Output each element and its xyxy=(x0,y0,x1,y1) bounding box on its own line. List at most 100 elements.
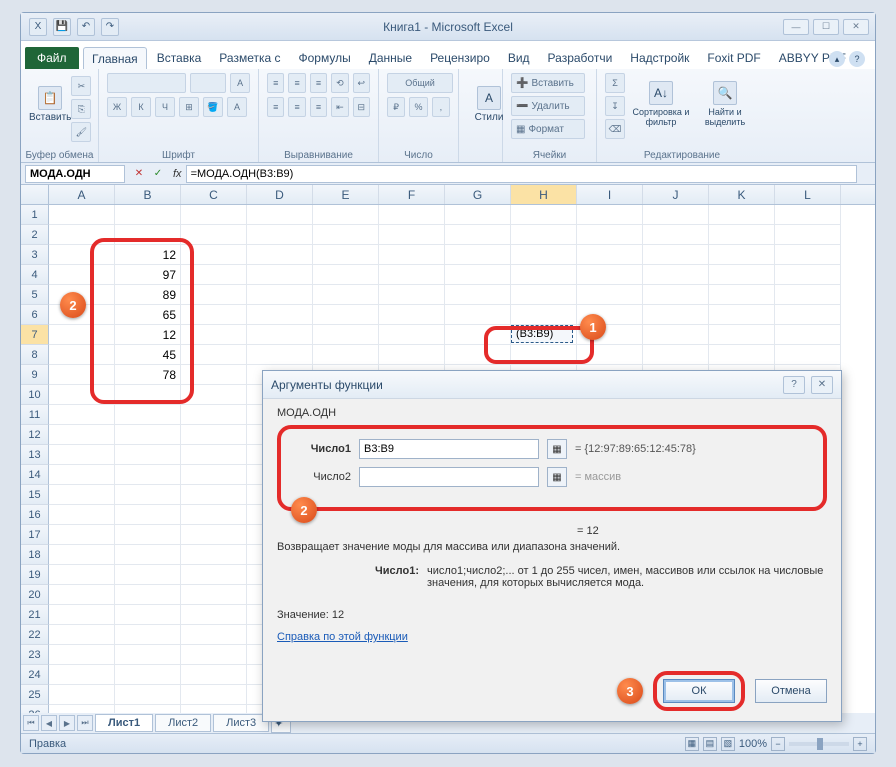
cell[interactable] xyxy=(247,265,313,285)
col-B[interactable]: B xyxy=(115,185,181,204)
row-header-16[interactable]: 16 xyxy=(21,505,49,525)
cell[interactable] xyxy=(115,685,181,705)
cell[interactable] xyxy=(313,325,379,345)
undo-icon[interactable]: ↶ xyxy=(77,18,95,36)
cell[interactable] xyxy=(49,685,115,705)
cell[interactable] xyxy=(49,205,115,225)
row-header-2[interactable]: 2 xyxy=(21,225,49,245)
cell[interactable] xyxy=(181,305,247,325)
cell[interactable] xyxy=(181,325,247,345)
cell[interactable] xyxy=(313,305,379,325)
cell[interactable] xyxy=(643,205,709,225)
sheet-nav-next[interactable]: ▶ xyxy=(59,715,75,731)
help-icon[interactable]: ? xyxy=(849,51,865,67)
cell[interactable] xyxy=(511,325,577,345)
cell[interactable] xyxy=(577,345,643,365)
cell[interactable] xyxy=(577,265,643,285)
row-header-7[interactable]: 7 xyxy=(21,325,49,345)
cell[interactable] xyxy=(49,705,115,713)
align-right-icon[interactable]: ≡ xyxy=(310,97,327,117)
row-header-3[interactable]: 3 xyxy=(21,245,49,265)
col-I[interactable]: I xyxy=(577,185,643,204)
row-header-18[interactable]: 18 xyxy=(21,545,49,565)
row-header-13[interactable]: 13 xyxy=(21,445,49,465)
cell[interactable] xyxy=(115,605,181,625)
row-header-24[interactable]: 24 xyxy=(21,665,49,685)
cut-icon[interactable]: ✂ xyxy=(71,76,91,96)
cell[interactable] xyxy=(49,645,115,665)
cell[interactable] xyxy=(379,205,445,225)
row-header-12[interactable]: 12 xyxy=(21,425,49,445)
confirm-formula-icon[interactable]: ✓ xyxy=(150,166,166,182)
view-break-icon[interactable]: ▧ xyxy=(721,737,735,751)
cell[interactable] xyxy=(49,385,115,405)
dialog-help-button[interactable]: ? xyxy=(783,376,805,394)
fx-icon[interactable]: fx xyxy=(173,168,182,180)
cell[interactable] xyxy=(775,305,841,325)
tab-view[interactable]: Вид xyxy=(500,47,538,70)
sheet-tab-3[interactable]: Лист3 xyxy=(213,714,269,732)
cell[interactable] xyxy=(181,345,247,365)
cell[interactable] xyxy=(181,445,247,465)
cell[interactable] xyxy=(49,625,115,645)
italic-icon[interactable]: К xyxy=(131,97,151,117)
cell[interactable] xyxy=(181,265,247,285)
fill-color-icon[interactable]: 🪣 xyxy=(203,97,223,117)
formula-bar[interactable]: =МОДА.ОДН(B3:B9) xyxy=(186,165,857,183)
cell[interactable] xyxy=(115,545,181,565)
align-bot-icon[interactable]: ≡ xyxy=(310,73,327,93)
font-color-icon[interactable]: A xyxy=(227,97,247,117)
cell[interactable] xyxy=(511,345,577,365)
sheet-nav-first[interactable]: ⏮ xyxy=(23,715,39,731)
cell[interactable] xyxy=(181,485,247,505)
function-help-link[interactable]: Справка по этой функции xyxy=(277,631,408,643)
row-header-4[interactable]: 4 xyxy=(21,265,49,285)
cell[interactable] xyxy=(181,225,247,245)
cell[interactable] xyxy=(445,305,511,325)
col-K[interactable]: K xyxy=(709,185,775,204)
cell[interactable] xyxy=(775,265,841,285)
cell[interactable] xyxy=(181,385,247,405)
tab-foxit[interactable]: Foxit PDF xyxy=(699,47,768,70)
align-left-icon[interactable]: ≡ xyxy=(267,97,284,117)
number-format[interactable]: Общий xyxy=(387,73,453,93)
cell[interactable] xyxy=(775,345,841,365)
cell[interactable]: 45 xyxy=(115,345,181,365)
cell[interactable] xyxy=(445,245,511,265)
font-name[interactable] xyxy=(107,73,186,93)
tab-insert[interactable]: Вставка xyxy=(149,47,210,70)
cells-delete[interactable]: ➖Удалить xyxy=(511,96,585,116)
cell[interactable] xyxy=(49,225,115,245)
cell[interactable] xyxy=(313,225,379,245)
cell[interactable] xyxy=(313,265,379,285)
cell[interactable] xyxy=(445,325,511,345)
cell[interactable] xyxy=(115,205,181,225)
align-center-icon[interactable]: ≡ xyxy=(288,97,305,117)
cell[interactable] xyxy=(49,605,115,625)
cell[interactable] xyxy=(247,345,313,365)
currency-icon[interactable]: ₽ xyxy=(387,97,405,117)
cell[interactable] xyxy=(115,525,181,545)
arg1-input[interactable] xyxy=(359,439,539,459)
cell[interactable] xyxy=(577,285,643,305)
tab-layout[interactable]: Разметка с xyxy=(211,47,288,70)
row-header-9[interactable]: 9 xyxy=(21,365,49,385)
maximize-button[interactable]: ☐ xyxy=(813,19,839,35)
view-normal-icon[interactable]: ▦ xyxy=(685,737,699,751)
cell[interactable] xyxy=(181,365,247,385)
cells-format[interactable]: ▦Формат xyxy=(511,119,585,139)
cell[interactable] xyxy=(247,305,313,325)
cell[interactable] xyxy=(181,585,247,605)
cell[interactable] xyxy=(247,245,313,265)
cell[interactable] xyxy=(379,245,445,265)
row-header-17[interactable]: 17 xyxy=(21,525,49,545)
row-header-19[interactable]: 19 xyxy=(21,565,49,585)
tab-review[interactable]: Рецензиро xyxy=(422,47,498,70)
cell[interactable] xyxy=(49,365,115,385)
cell[interactable] xyxy=(511,225,577,245)
cell[interactable] xyxy=(181,425,247,445)
cell[interactable] xyxy=(247,285,313,305)
arg2-input[interactable] xyxy=(359,467,539,487)
row-header-14[interactable]: 14 xyxy=(21,465,49,485)
cell[interactable] xyxy=(445,285,511,305)
